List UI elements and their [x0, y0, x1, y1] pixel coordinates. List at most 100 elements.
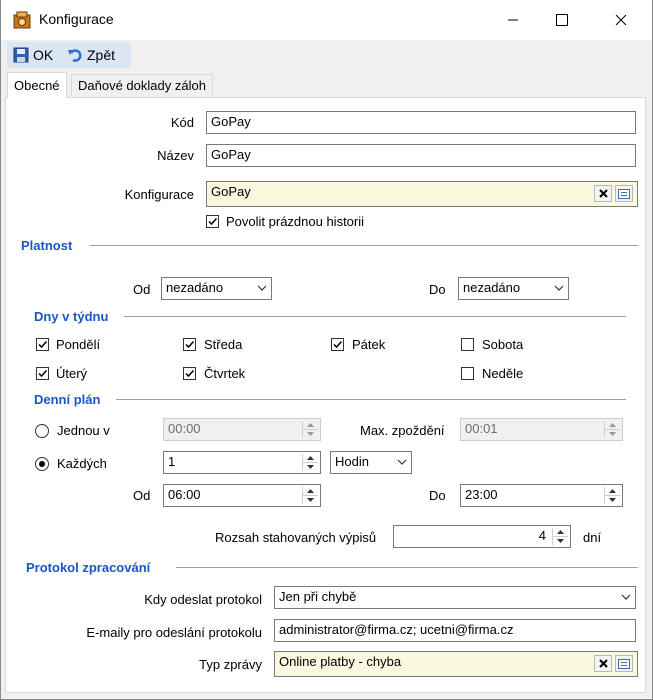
spin-up-button[interactable]	[303, 454, 318, 463]
povolit-checkbox[interactable]	[206, 215, 219, 228]
konfigurace-lookup[interactable]: GoPay	[206, 181, 638, 207]
spin-down-button[interactable]	[303, 496, 318, 504]
plan-do-spinner[interactable]	[604, 487, 620, 504]
save-icon	[13, 47, 29, 63]
tab-obecne[interactable]: Obecné	[7, 72, 67, 98]
chevron-down-icon	[554, 285, 564, 291]
tab-panel-obecne: Kód GoPay Název GoPay Konfigurace GoPay …	[5, 97, 646, 693]
platnost-od-value: nezadáno	[166, 280, 224, 295]
day-checkbox-ctvrtek[interactable]	[183, 367, 196, 380]
day-checkbox-pondeli[interactable]	[36, 338, 49, 351]
spin-down-icon	[307, 498, 314, 502]
ok-label: OK	[33, 47, 54, 63]
clear-x-icon	[598, 659, 608, 668]
day-checkbox-nedele[interactable]	[461, 367, 474, 380]
unit-combo[interactable]: Hodin	[330, 451, 412, 474]
kazdych-input[interactable]: 1	[163, 451, 321, 474]
list-browse-icon	[618, 188, 630, 199]
jednou-time-input[interactable]: 00:00	[163, 418, 321, 441]
spin-down-button[interactable]	[605, 496, 620, 504]
plan-od-input[interactable]: 06:00	[163, 484, 321, 507]
spin-up-button[interactable]	[605, 421, 620, 430]
plan-do-input[interactable]: 23:00	[460, 484, 623, 507]
day-checkbox-utery[interactable]	[36, 367, 49, 380]
tab-danove-doklady[interactable]: Daňové doklady záloh	[71, 74, 213, 96]
maximize-button[interactable]	[539, 0, 585, 40]
kdy-odeslat-label: Kdy odeslat protokol	[144, 592, 262, 607]
rozsah-label: Rozsah stahovaných výpisů	[215, 530, 377, 545]
jednou-radio[interactable]	[35, 424, 49, 438]
day-checkbox-streda[interactable]	[183, 338, 196, 351]
tab-strip: Obecné Daňové doklady záloh	[1, 72, 652, 98]
konfigurace-clear-button[interactable]	[594, 185, 612, 202]
rozsah-unit: dní	[583, 530, 602, 545]
max-zpozdeni-label: Max. zpoždění	[360, 423, 445, 438]
section-dny-v-tydnu: Dny v týdnu	[34, 309, 109, 324]
rozsah-spinner[interactable]	[552, 528, 568, 545]
day-label-sobota: Sobota	[482, 337, 524, 352]
close-button[interactable]	[598, 0, 644, 40]
spin-down-button[interactable]	[553, 537, 568, 545]
spin-up-button[interactable]	[553, 528, 568, 537]
platnost-od-combo[interactable]: nezadáno	[161, 277, 272, 300]
day-label-pondeli: Pondělí	[56, 337, 101, 352]
maximize-icon	[556, 14, 568, 26]
jednou-time-value: 00:00	[168, 421, 201, 436]
spin-up-icon	[557, 530, 564, 534]
spin-down-icon	[557, 539, 564, 543]
day-label-utery: Úterý	[56, 366, 88, 381]
kazdych-radio[interactable]	[35, 457, 49, 471]
kdy-odeslat-combo[interactable]: Jen při chybě	[274, 586, 636, 609]
platnost-do-combo[interactable]: nezadáno	[458, 277, 569, 300]
spin-up-button[interactable]	[303, 421, 318, 430]
list-browse-icon	[618, 658, 630, 669]
spin-up-icon	[307, 489, 314, 493]
emaily-input[interactable]: administrator@firma.cz; ucetni@firma.cz	[274, 619, 636, 642]
kazdych-spinner[interactable]	[302, 454, 318, 471]
checkmark-icon	[38, 340, 48, 349]
rozsah-input[interactable]: 4	[393, 525, 571, 548]
kod-input[interactable]: GoPay	[206, 111, 636, 134]
plan-od-label: Od	[133, 488, 151, 503]
kdy-odeslat-value: Jen při chybě	[279, 589, 357, 604]
plan-od-value: 06:00	[168, 487, 201, 502]
section-protokol: Protokol zpracování	[26, 560, 151, 575]
checkmark-icon	[185, 340, 195, 349]
spin-down-button[interactable]	[303, 463, 318, 471]
kazdych-label: Každých	[57, 456, 107, 471]
nazev-input[interactable]: GoPay	[206, 144, 636, 167]
back-button[interactable]: Zpět	[67, 42, 115, 68]
minimize-button[interactable]	[490, 0, 536, 40]
back-label: Zpět	[87, 47, 116, 63]
max-zpozdeni-spinner[interactable]	[604, 421, 620, 438]
day-label-nedele: Neděle	[482, 366, 524, 381]
konfigurace-value: GoPay	[211, 184, 251, 199]
plan-do-value: 23:00	[465, 487, 498, 502]
undo-icon	[68, 49, 82, 62]
typ-zpravy-lookup[interactable]: Online platby - chyba	[274, 651, 638, 677]
day-checkbox-patek[interactable]	[331, 338, 344, 351]
spin-up-button[interactable]	[605, 487, 620, 496]
plan-od-spinner[interactable]	[302, 487, 318, 504]
ok-button[interactable]: OK	[13, 42, 53, 68]
section-platnost: Platnost	[21, 238, 73, 253]
day-checkbox-sobota[interactable]	[461, 338, 474, 351]
max-zpozdeni-input[interactable]: 00:01	[460, 418, 623, 441]
konfigurace-browse-button[interactable]	[615, 185, 633, 202]
typ-zpravy-browse-button[interactable]	[615, 655, 633, 672]
povolit-label: Povolit prázdnou historii	[226, 214, 365, 229]
spin-down-icon	[307, 465, 314, 469]
spin-up-icon	[609, 489, 616, 493]
spin-up-icon	[307, 456, 314, 460]
separator	[90, 245, 638, 246]
toolbar: OK Zpět	[1, 40, 652, 70]
spin-up-icon	[609, 423, 616, 427]
spin-up-button[interactable]	[303, 487, 318, 496]
day-label-patek: Pátek	[352, 337, 386, 352]
typ-zpravy-clear-button[interactable]	[594, 655, 612, 672]
spin-down-icon	[609, 498, 616, 502]
spin-down-button[interactable]	[303, 430, 318, 438]
jednou-spinner[interactable]	[302, 421, 318, 438]
spin-down-button[interactable]	[605, 430, 620, 438]
jednou-label: Jednou v	[57, 423, 110, 438]
